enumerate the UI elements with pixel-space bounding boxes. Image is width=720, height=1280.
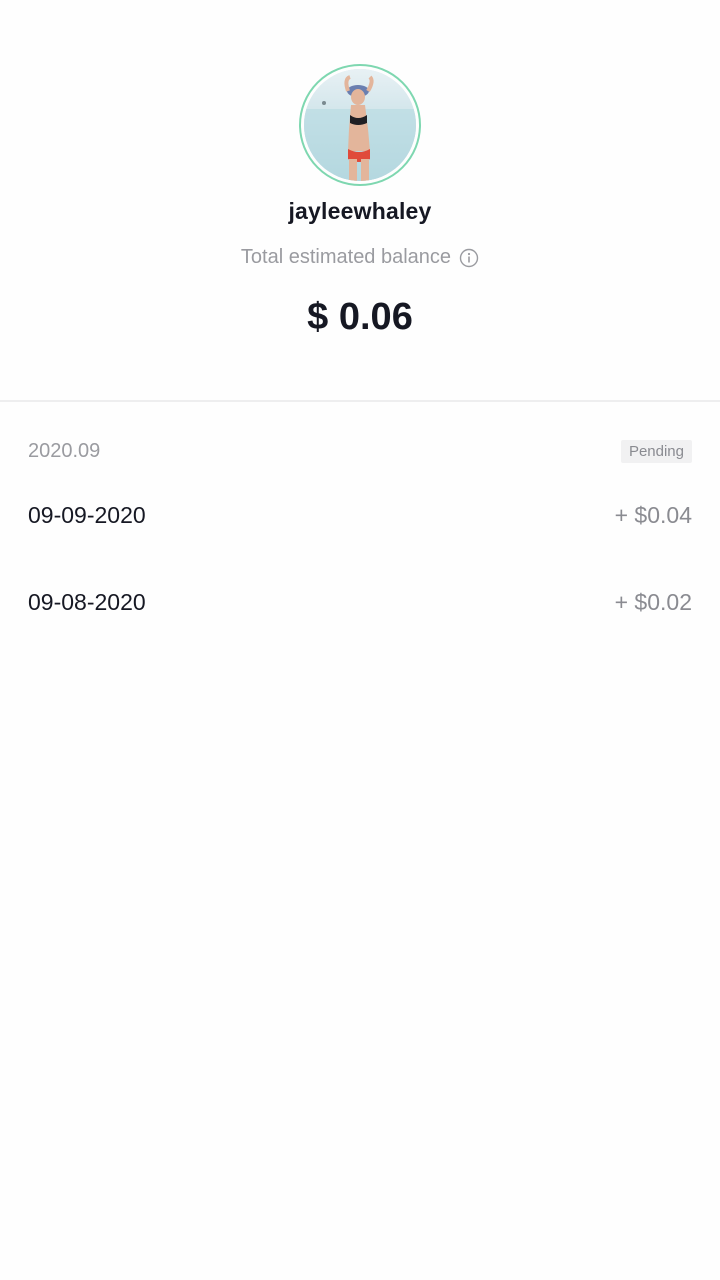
transaction-row[interactable]: 09-09-2020 + $0.04 [28, 495, 692, 535]
transaction-row[interactable]: 09-08-2020 + $0.02 [28, 582, 692, 622]
avatar-photo [304, 69, 416, 181]
info-circle-icon[interactable] [459, 248, 479, 268]
transaction-date: 09-09-2020 [28, 501, 146, 528]
status-badge: Pending [620, 439, 692, 463]
section-divider [0, 400, 720, 402]
username: jayleewhaley [288, 198, 432, 224]
month-label: 2020.09 [28, 439, 101, 462]
month-header: 2020.09 Pending [28, 436, 692, 466]
balance-amount: $ 0.06 [307, 296, 413, 338]
balance-label: Total estimated balance [240, 246, 452, 268]
avatar[interactable] [304, 69, 416, 181]
balance-label-row: Total estimated balance [0, 246, 720, 269]
transaction-amount: + $0.04 [614, 501, 692, 528]
transaction-date: 09-08-2020 [28, 588, 146, 615]
transaction-amount: + $0.02 [614, 588, 692, 615]
avatar-ring[interactable] [299, 64, 421, 186]
balance-header: jayleewhaley Total estimated balance $ 0… [0, 0, 720, 400]
